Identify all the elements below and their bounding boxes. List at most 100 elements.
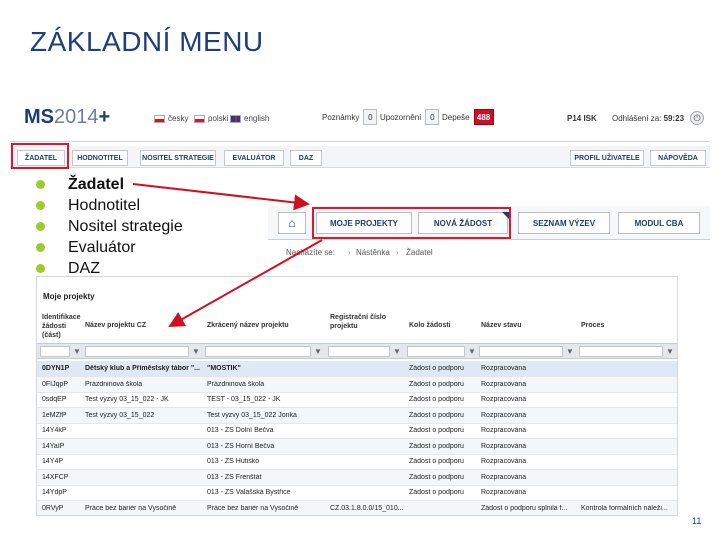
- notes-indicator[interactable]: Poznámky 0: [322, 109, 378, 125]
- nav-evaluator[interactable]: EVALUÁTOR: [224, 150, 284, 166]
- table-cell: 14Y4P: [42, 458, 64, 465]
- role-bullet-list: Žadatel Hodnotitel Nositel strategie Eva…: [36, 174, 183, 279]
- filter-icon[interactable]: ▼: [393, 347, 401, 356]
- table-cell: Rozpracována: [481, 396, 527, 403]
- table-row[interactable]: 0DYN1P Dětský klub a Příměstský tábor "..…: [37, 361, 677, 377]
- filter-input[interactable]: [85, 346, 189, 357]
- power-icon[interactable]: ⏻: [690, 111, 704, 125]
- table-cell: 14YdpP: [42, 489, 67, 496]
- lang-cz[interactable]: česky: [154, 114, 188, 123]
- table-cell: Kontrola formálních náleži...: [581, 504, 668, 512]
- filter-icon[interactable]: ▼: [666, 347, 674, 356]
- flag-pl-icon: [194, 114, 205, 123]
- bullet-dot-icon: [36, 264, 45, 273]
- table-cell: Žádost o podporu: [409, 442, 464, 450]
- nav-napoveda[interactable]: NÁPOVĚDA: [650, 150, 706, 166]
- bullet-dot-icon: [36, 222, 45, 231]
- lang-en[interactable]: english: [230, 114, 269, 123]
- table-row[interactable]: 14YdpP 013 - ZŠ Valašská Bystřice Žádost o…: [37, 485, 677, 501]
- filter-input[interactable]: [328, 346, 390, 357]
- page-number: 11: [692, 516, 702, 526]
- table-cell: 013 - ZŠ Valašská Bystřice: [207, 489, 291, 496]
- filter-row: ▼ ▼ ▼ ▼ ▼ ▼ ▼: [37, 343, 677, 359]
- chevron-right-icon: ›: [396, 248, 399, 257]
- subnav-modul-cba[interactable]: MODUL CBA: [618, 212, 700, 234]
- table-row[interactable]: 14Y4P 013 - ZŠ Hutisko Žádost o podporu Roz…: [37, 454, 677, 470]
- alerts-indicator[interactable]: Upozornění 0: [380, 109, 440, 125]
- table-cell: Prázdninová škola: [207, 380, 265, 388]
- table-cell: "MOSTÍK": [207, 365, 241, 372]
- table-cell: Rozpracována: [481, 365, 527, 372]
- col-nazev-projektu[interactable]: Název projektu CZ: [85, 321, 146, 330]
- filter-icon[interactable]: ▼: [314, 347, 322, 356]
- filter-input[interactable]: [205, 346, 311, 357]
- col-kolo-zadosti[interactable]: Kolo žádosti: [409, 321, 451, 330]
- bullet-item: Nositel strategie: [36, 216, 183, 237]
- table-row[interactable]: 0sdqEP Test výzvy 03_15_022 - JK TEST - 03…: [37, 392, 677, 408]
- nav-profil-uzivatele[interactable]: PROFIL UŽIVATELE: [570, 150, 644, 166]
- filter-input[interactable]: [579, 346, 663, 357]
- breadcrumb: Nacházíte se: › Nástěnka › Žadatel: [268, 242, 710, 262]
- table-cell: 1eMZfP: [42, 411, 67, 419]
- table-cell: Práce bez bariér na Vysočině: [207, 504, 299, 512]
- table-row[interactable]: 0RVyP Práce bez bariér na Vysočině Práce b…: [37, 500, 677, 515]
- filter-icon[interactable]: ▼: [468, 347, 476, 356]
- table-cell: 14XFCP: [42, 473, 69, 481]
- table-cell: Žádost o podporu: [409, 458, 464, 465]
- panel-title: Moje projekty: [43, 292, 95, 301]
- filter-input[interactable]: [407, 346, 465, 357]
- home-icon[interactable]: ⌂: [278, 212, 306, 234]
- table-row[interactable]: 14Y4kP 013 - ZŠ Dolní Bečva Žádost o podpo…: [37, 423, 677, 439]
- flag-cz-icon: [154, 114, 165, 123]
- chevron-right-icon: ›: [348, 248, 351, 257]
- highlight-box-subnav: [312, 207, 511, 239]
- table-row[interactable]: 14YaIP 013 - ZŠ Horní Bečva Žádost o podpo…: [37, 438, 677, 455]
- table-cell: 013 - ZŠ Frenštát: [207, 473, 262, 481]
- subnav-seznam-vyzev[interactable]: SEZNAM VÝZEV: [518, 212, 610, 234]
- table-cell: 0RVyP: [42, 504, 64, 512]
- table-cell: Rozpracována: [481, 473, 527, 481]
- table-row[interactable]: 14XFCP 013 - ZŠ Frenštát Žádost o podporu R…: [37, 469, 677, 486]
- table-cell: 0DYN1P: [42, 365, 70, 372]
- table-cell: Rozpracována: [481, 458, 527, 465]
- filter-input[interactable]: [40, 346, 70, 357]
- table-cell: Test výzvy 03_15_022 - JK: [85, 396, 169, 403]
- filter-icon[interactable]: ▼: [73, 347, 81, 356]
- col-proces[interactable]: Proces: [581, 321, 604, 330]
- table-cell: Práce bez bariér na Vysočině: [85, 504, 177, 512]
- nav-nositel-strategie[interactable]: NOSITEL STRATEGIE: [140, 150, 216, 166]
- table-cell: Rozpracována: [481, 489, 527, 496]
- table-row[interactable]: 1eMZfP Test výzvy 03_15_022 Test výzvy 03_…: [37, 407, 677, 424]
- filter-input[interactable]: [479, 346, 563, 357]
- table-cell: Rozpracována: [481, 427, 527, 434]
- bullet-item: Hodnotitel: [36, 195, 183, 216]
- col-identifikace[interactable]: Identifikace žádosti (část): [42, 313, 82, 340]
- bullet-dot-icon: [36, 201, 45, 210]
- bullet-dot-icon: [36, 243, 45, 252]
- table-cell: Žádost o podporu: [409, 380, 464, 388]
- col-nazev-stavu[interactable]: Název stavu: [481, 321, 521, 330]
- nav-daz[interactable]: DAZ: [290, 150, 322, 166]
- table-cell: Žádost o podporu splnila f...: [481, 504, 568, 512]
- bullet-item: Žadatel: [36, 174, 183, 195]
- breadcrumb-nastenka[interactable]: Nástěnka: [356, 248, 390, 257]
- table-header: Identifikace žádosti (část) Název projek…: [37, 313, 677, 343]
- col-registracni-cislo[interactable]: Registrační číslo projektu: [330, 313, 390, 331]
- role-navigation: ŽADATEL HODNOTITEL NOSITEL STRATEGIE EVA…: [10, 146, 710, 168]
- filter-icon[interactable]: ▼: [192, 347, 200, 356]
- table-row[interactable]: 0FIJqpP Prázdninová škola Prázdninová škol…: [37, 376, 677, 393]
- table-cell: TEST - 03_15_022 - JK: [207, 396, 281, 403]
- table-cell: Rozpracována: [481, 442, 527, 450]
- col-zkraceny-nazev[interactable]: Zkrácený název projektu: [207, 321, 289, 330]
- app-logo[interactable]: MS2014+: [24, 106, 110, 129]
- lang-pl[interactable]: polski: [194, 114, 228, 123]
- table-cell: CZ.03.1.8.0.0/15_010...: [330, 504, 404, 512]
- table-cell: Žádost o podporu: [409, 365, 464, 372]
- breadcrumb-label: Nacházíte se:: [286, 248, 335, 257]
- filter-icon[interactable]: ▼: [566, 347, 574, 356]
- messages-indicator[interactable]: Depeše 488: [442, 109, 494, 125]
- table-cell: Dětský klub a Příměstský tábor "...: [85, 365, 200, 372]
- breadcrumb-zadatel[interactable]: Žadatel: [406, 248, 433, 257]
- nav-hodnotitel[interactable]: HODNOTITEL: [72, 150, 128, 166]
- slide-title: ZÁKLADNÍ MENU: [30, 26, 264, 57]
